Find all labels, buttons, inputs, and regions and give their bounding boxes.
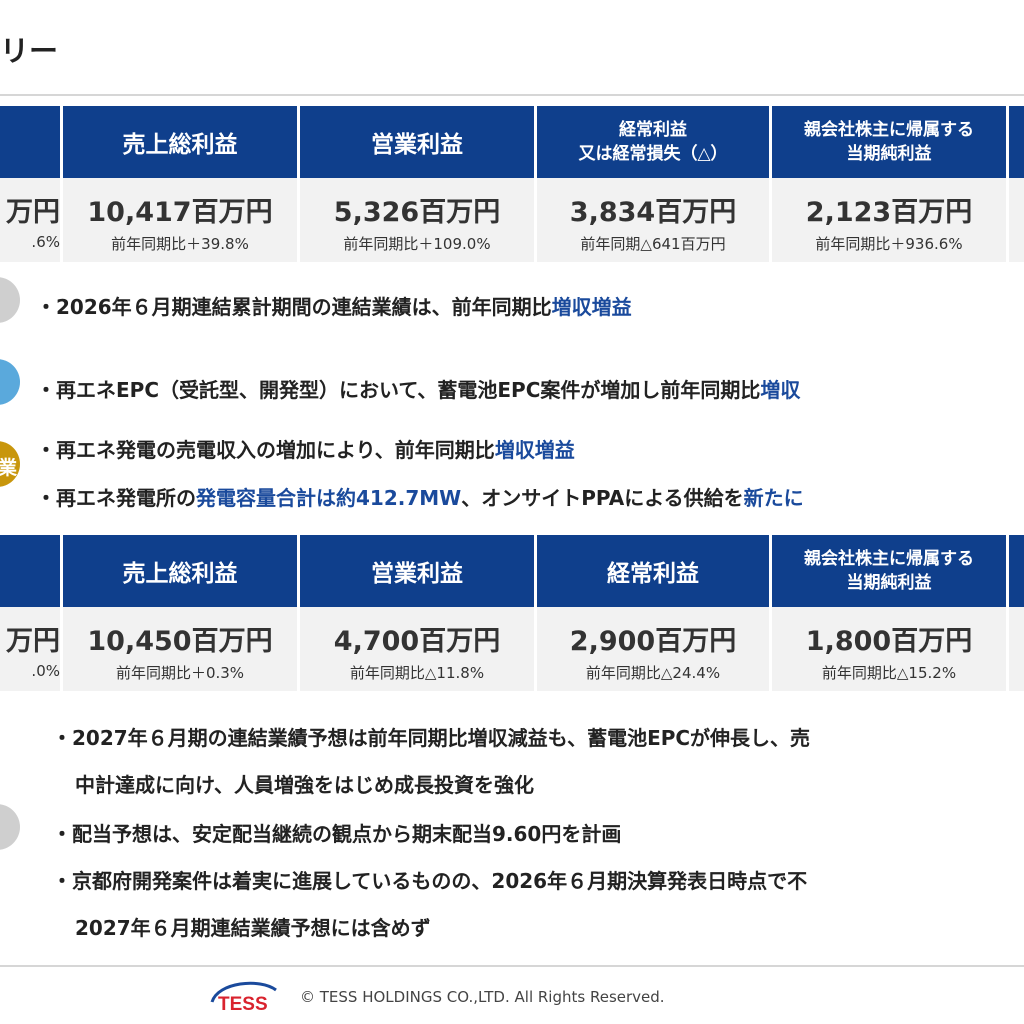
page-title: リー — [0, 34, 59, 68]
value-cell: 1,800百万円 前年同期比△15.2% — [772, 607, 1006, 691]
value: 2,123百万円 — [805, 197, 973, 228]
summary-bullet: ・再エネEPC（受託型、開発型）において、蓄電池EPC案件が増加し前年同期比増収 — [36, 374, 800, 403]
value: 3,834百万円 — [569, 197, 737, 228]
change: 前年同期比＋39.8% — [111, 235, 249, 253]
value: 万円 — [6, 626, 60, 657]
value: 1,800百万円 — [805, 626, 973, 657]
header-line: 当期純利益 — [846, 573, 932, 593]
title-divider — [0, 94, 1024, 96]
forecast-bullet: ・京都府開発案件は着実に進展しているものの、2026年６月期決算発表日時点で不 — [52, 869, 808, 893]
value-cell-cut — [1009, 178, 1024, 262]
value-cell: 10,417百万円 前年同期比＋39.8% — [63, 178, 297, 262]
change: 前年同期比＋109.0% — [343, 235, 491, 253]
value-cell: 3,834百万円 前年同期△641百万円 — [537, 178, 769, 262]
segment-circle-blue — [0, 359, 20, 405]
forecast-bullet-continued: 中計達成に向け、人員増強をはじめ成長投資を強化 — [75, 773, 534, 797]
table-header-cut — [1009, 535, 1024, 607]
value: 2,900百万円 — [569, 626, 737, 657]
bullet-highlight: 増収増益 — [494, 438, 575, 462]
value: 万円 — [6, 197, 60, 228]
footer-divider — [0, 965, 1024, 967]
header-line: 親会社株主に帰属する — [804, 549, 974, 569]
segment-circle-grey — [0, 804, 20, 850]
bullet-highlight: 発電容量合計は約412.7MW — [196, 486, 462, 510]
header-net-income: 親会社株主に帰属する 当期純利益 — [772, 106, 1006, 178]
change: 前年同期比＋936.6% — [815, 235, 963, 253]
header-operating-profit: 営業利益 — [300, 106, 534, 178]
bullet-text: ・再エネ発電の売電収入の増加により、前年同期比 — [36, 438, 495, 462]
value-cell: 2,900百万円 前年同期比△24.4% — [537, 607, 769, 691]
table-header-cut — [0, 535, 60, 607]
header-line: 親会社株主に帰属する — [804, 120, 974, 140]
value-cell: 2,123百万円 前年同期比＋936.6% — [772, 178, 1006, 262]
summary-bullet: ・再エネ発電所の発電容量合計は約412.7MW、オンサイトPPAによる供給を新た… — [36, 482, 804, 511]
bullet-text: ・2026年６月期連結累計期間の連結業績は、前年同期比 — [36, 295, 552, 319]
header-line: 当期純利益 — [846, 144, 932, 164]
bullet-text: ・再エネ発電所の — [36, 486, 196, 510]
summary-bullet: ・2026年６月期連結累計期間の連結業績は、前年同期比増収増益 — [36, 291, 632, 320]
value: 4,700百万円 — [333, 626, 501, 657]
header-ordinary-profit: 経常利益 — [537, 535, 769, 607]
header-net-income: 親会社株主に帰属する 当期純利益 — [772, 535, 1006, 607]
value-cell-cut: 万円 .6% — [0, 178, 60, 262]
segment-circle-label: 業 — [0, 457, 18, 479]
header-line: 又は経常損失（△） — [578, 144, 728, 164]
header-gross-profit: 売上総利益 — [63, 106, 297, 178]
bullet-highlight: 増収増益 — [551, 295, 632, 319]
change: 前年同期△641百万円 — [580, 235, 726, 253]
header-line: 経常利益 — [619, 120, 687, 140]
value: 10,450百万円 — [87, 626, 273, 657]
value-cell-cut: 万円 .0% — [0, 607, 60, 691]
value-cell: 10,450百万円 前年同期比＋0.3% — [63, 607, 297, 691]
forecast-bullet-continued: 2027年６月期連結業績予想には含めず — [75, 916, 431, 940]
bullet-text: 、オンサイトPPAによる供給を — [461, 486, 744, 510]
logo-text: TESS — [218, 994, 268, 1014]
value-cell: 4,700百万円 前年同期比△11.8% — [300, 607, 534, 691]
table-header-cut — [1009, 106, 1024, 178]
bullet-highlight: 増収 — [760, 378, 801, 402]
segment-circle-grey — [0, 277, 20, 323]
change: 前年同期比△15.2% — [821, 664, 957, 682]
header-operating-profit: 営業利益 — [300, 535, 534, 607]
summary-bullet: ・再エネ発電の売電収入の増加により、前年同期比増収増益 — [36, 434, 575, 463]
value-cell: 5,326百万円 前年同期比＋109.0% — [300, 178, 534, 262]
forecast-bullet: ・配当予想は、安定配当継続の観点から期末配当9.60円を計画 — [52, 822, 622, 846]
change: 前年同期比＋0.3% — [115, 664, 245, 682]
bullet-text: ・再エネEPC（受託型、開発型）において、蓄電池EPC案件が増加し前年同期比 — [36, 378, 761, 402]
change: .0% — [31, 662, 60, 680]
change: 前年同期比△24.4% — [585, 664, 721, 682]
value: 10,417百万円 — [87, 197, 273, 228]
header-gross-profit: 売上総利益 — [63, 535, 297, 607]
copyright-text: © TESS HOLDINGS CO.,LTD. All Rights Rese… — [300, 988, 665, 1006]
change: 前年同期比△11.8% — [349, 664, 485, 682]
table-header-cut — [0, 106, 60, 178]
company-logo: TESS — [210, 981, 277, 1014]
change: .6% — [31, 233, 60, 251]
bullet-highlight: 新たに — [743, 486, 804, 510]
header-ordinary-profit: 経常利益 又は経常損失（△） — [537, 106, 769, 178]
value: 5,326百万円 — [333, 197, 501, 228]
forecast-bullet: ・2027年６月期の連結業績予想は前年同期比増収減益も、蓄電池EPCが伸長し、売 — [52, 726, 811, 750]
value-cell-cut — [1009, 607, 1024, 691]
